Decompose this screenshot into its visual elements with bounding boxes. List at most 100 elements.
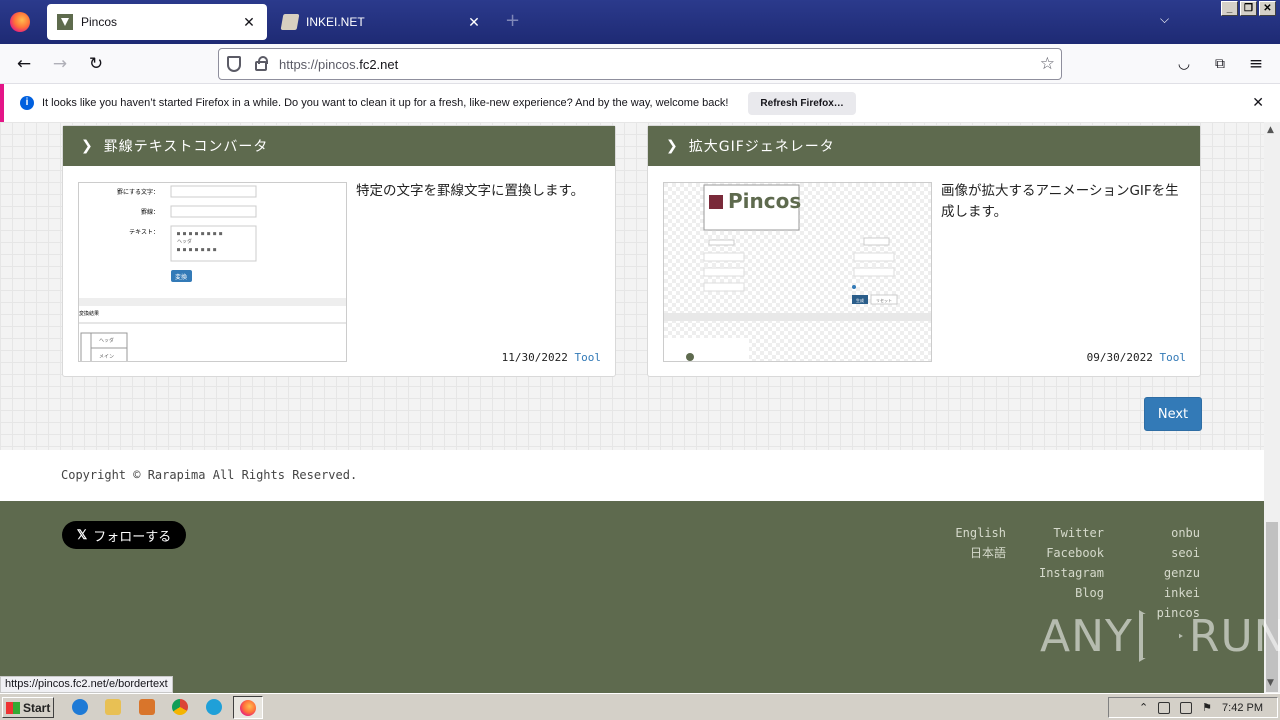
tab-inkei[interactable]: INKEI.NET ✕ (272, 4, 492, 40)
anyrun-watermark: ANY RUN (1040, 610, 1280, 662)
footer-link-japanese[interactable]: 日本語 (970, 543, 1006, 563)
copyright-band: Copyright © Rarapima All Rights Reserved… (0, 450, 1264, 501)
pocket-icon[interactable]: ◡ (1174, 54, 1194, 74)
card-thumbnail[interactable]: 罫にする文字： 罫線： テキスト： ■ ■ ■ ■ ■ ■ ■ ■ ヘッダ ■ … (78, 182, 347, 362)
footer-sites: onbu seoi genzu inkei pincos (1157, 523, 1200, 623)
tab-pincos[interactable]: Pincos ✕ (47, 4, 267, 40)
app-menu-hamburger-icon[interactable]: ≡ (1246, 54, 1266, 74)
file-explorer-icon[interactable] (105, 699, 121, 715)
firefox-icon (240, 700, 256, 716)
start-button[interactable]: Start (2, 697, 54, 718)
page-viewport: ❯ 罫線テキストコンバータ 罫にする文字： 罫線： テキスト： ■ ■ ■ ■ … (0, 122, 1264, 693)
card-header[interactable]: ❯ 拡大GIFジェネレータ (648, 126, 1200, 166)
chevron-right-icon: ❯ (666, 138, 679, 154)
media-player-icon[interactable] (139, 699, 155, 715)
notification-message: It looks like you haven’t started Firefo… (42, 97, 729, 109)
gif-generator-preview-image: Pincos 生成 リセット (664, 183, 931, 361)
chevron-right-icon: ❯ (81, 138, 94, 154)
minimize-button[interactable]: _ (1221, 1, 1238, 16)
x-follow-button[interactable]: 𝕏 フォローする (62, 521, 186, 549)
watermark-text: RUN (1188, 610, 1280, 662)
footer-link-seoi[interactable]: seoi (1171, 543, 1200, 563)
card-category-link[interactable]: Tool (1160, 351, 1187, 364)
tab-title: INKEI.NET (306, 15, 365, 29)
page-scrollbar[interactable]: ▲ ▼ (1264, 122, 1280, 693)
card-date: 11/30/2022 (501, 351, 568, 364)
footer-link-blog[interactable]: Blog (1075, 583, 1104, 603)
svg-text:ヘッダ: ヘッダ (177, 238, 192, 245)
back-arrow-icon[interactable]: ← (14, 54, 34, 74)
address-bar[interactable]: https://pincos.fc2.net ☆ (218, 48, 1062, 80)
card-meta: 09/30/2022 Tool (1087, 351, 1186, 364)
internet-explorer-icon[interactable] (72, 699, 88, 715)
new-tab-plus-icon[interactable]: + (505, 10, 520, 31)
tab-list-chevron-icon[interactable]: ⌵ (1160, 12, 1169, 27)
footer-languages: English 日本語 (955, 523, 1006, 563)
preview-label: 変換結果 (79, 310, 99, 317)
watermark-text: ANY (1040, 610, 1133, 662)
footer-link-genzu[interactable]: genzu (1164, 563, 1200, 583)
tracking-protection-shield-icon[interactable] (227, 56, 241, 72)
close-window-button[interactable]: ✕ (1259, 1, 1276, 16)
copyright-text: Copyright © Rarapima All Rights Reserved… (61, 468, 358, 482)
article-card: ❯ 拡大GIFジェネレータ Pincos 生成 リセット 画像が拡大するアニメー… (647, 125, 1201, 377)
scrollbar-thumb[interactable] (1266, 522, 1278, 692)
restore-button[interactable]: ❐ (1240, 1, 1257, 16)
article-card: ❯ 罫線テキストコンバータ 罫にする文字： 罫線： テキスト： ■ ■ ■ ■ … (62, 125, 616, 377)
preview-button: リセット (876, 298, 892, 303)
footer-link-instagram[interactable]: Instagram (1039, 563, 1104, 583)
footer-link-onbu[interactable]: onbu (1171, 523, 1200, 543)
reload-icon[interactable]: ↻ (86, 54, 106, 74)
card-title[interactable]: 罫線テキストコンバータ (104, 136, 269, 156)
clock[interactable]: 7:42 PM (1222, 702, 1263, 714)
edge-icon[interactable] (206, 699, 222, 715)
windows-taskbar: Start ⌃ ⚑ 7:42 PM (0, 693, 1280, 720)
firefox-taskbar-button[interactable] (233, 696, 263, 719)
card-thumbnail[interactable]: Pincos 生成 リセット (663, 182, 932, 362)
site-footer: 𝕏 フォローする English 日本語 Twitter Facebook In… (0, 501, 1264, 693)
preview-button: 生成 (856, 297, 864, 303)
preview-label: テキスト： (129, 229, 159, 236)
info-icon: i (20, 96, 34, 110)
bordertext-preview-image: 罫にする文字： 罫線： テキスト： ■ ■ ■ ■ ■ ■ ■ ■ ヘッダ ■ … (79, 183, 346, 361)
tab-close-icon[interactable]: ✕ (241, 14, 257, 31)
pincos-favicon-icon (57, 14, 73, 30)
play-triangle-icon (1138, 610, 1183, 662)
firefox-logo-icon[interactable] (10, 12, 30, 32)
padlock-icon[interactable] (255, 56, 268, 71)
card-description: 特定の文字を罫線文字に置換します。 (356, 183, 585, 199)
card-meta: 11/30/2022 Tool (502, 351, 601, 364)
bookmark-star-icon[interactable]: ☆ (1040, 54, 1055, 74)
footer-link-english[interactable]: English (955, 523, 1006, 543)
card-title[interactable]: 拡大GIFジェネレータ (689, 136, 835, 156)
x-logo-icon: 𝕏 (76, 527, 88, 542)
footer-link-facebook[interactable]: Facebook (1046, 543, 1104, 563)
volume-icon[interactable] (1158, 701, 1171, 714)
footer-link-inkei[interactable]: inkei (1164, 583, 1200, 603)
refresh-firefox-button[interactable]: Refresh Firefox… (748, 91, 856, 115)
window-controls: _ ❐ ✕ (1221, 1, 1276, 16)
browser-tab-bar: Pincos ✕ INKEI.NET ✕ + ⌵ _ ❐ ✕ (0, 0, 1280, 44)
card-category-link[interactable]: Tool (575, 351, 602, 364)
next-page-button[interactable]: Next (1144, 397, 1202, 431)
forward-arrow-icon[interactable]: → (50, 54, 70, 74)
card-description: 画像が拡大するアニメーションGIFを生成します。 (941, 183, 1179, 220)
tab-close-icon[interactable]: ✕ (466, 14, 482, 31)
action-center-flag-icon[interactable]: ⚑ (1202, 701, 1212, 714)
network-icon[interactable] (1180, 701, 1193, 714)
notification-close-icon[interactable]: ✕ (1252, 94, 1264, 111)
tab-title: Pincos (81, 15, 118, 29)
scroll-up-arrow-icon[interactable]: ▲ (1267, 125, 1274, 135)
scroll-down-arrow-icon[interactable]: ▼ (1267, 678, 1274, 688)
inkei-favicon-icon (280, 14, 300, 30)
chrome-icon[interactable] (172, 699, 188, 715)
svg-text:ヘッダ: ヘッダ (99, 337, 114, 344)
footer-link-twitter[interactable]: Twitter (1053, 523, 1104, 543)
preview-label: 罫にする文字： (117, 188, 159, 196)
card-header[interactable]: ❯ 罫線テキストコンバータ (63, 126, 615, 166)
footer-social: Twitter Facebook Instagram Blog (1039, 523, 1104, 603)
extensions-puzzle-icon[interactable]: ⧉ (1210, 54, 1230, 74)
navigation-toolbar: ← → ↻ https://pincos.fc2.net ☆ ◡ ⧉ ≡ (0, 44, 1280, 84)
tray-expand-icon[interactable]: ⌃ (1139, 701, 1148, 714)
url-text[interactable]: https://pincos.fc2.net (279, 57, 398, 72)
